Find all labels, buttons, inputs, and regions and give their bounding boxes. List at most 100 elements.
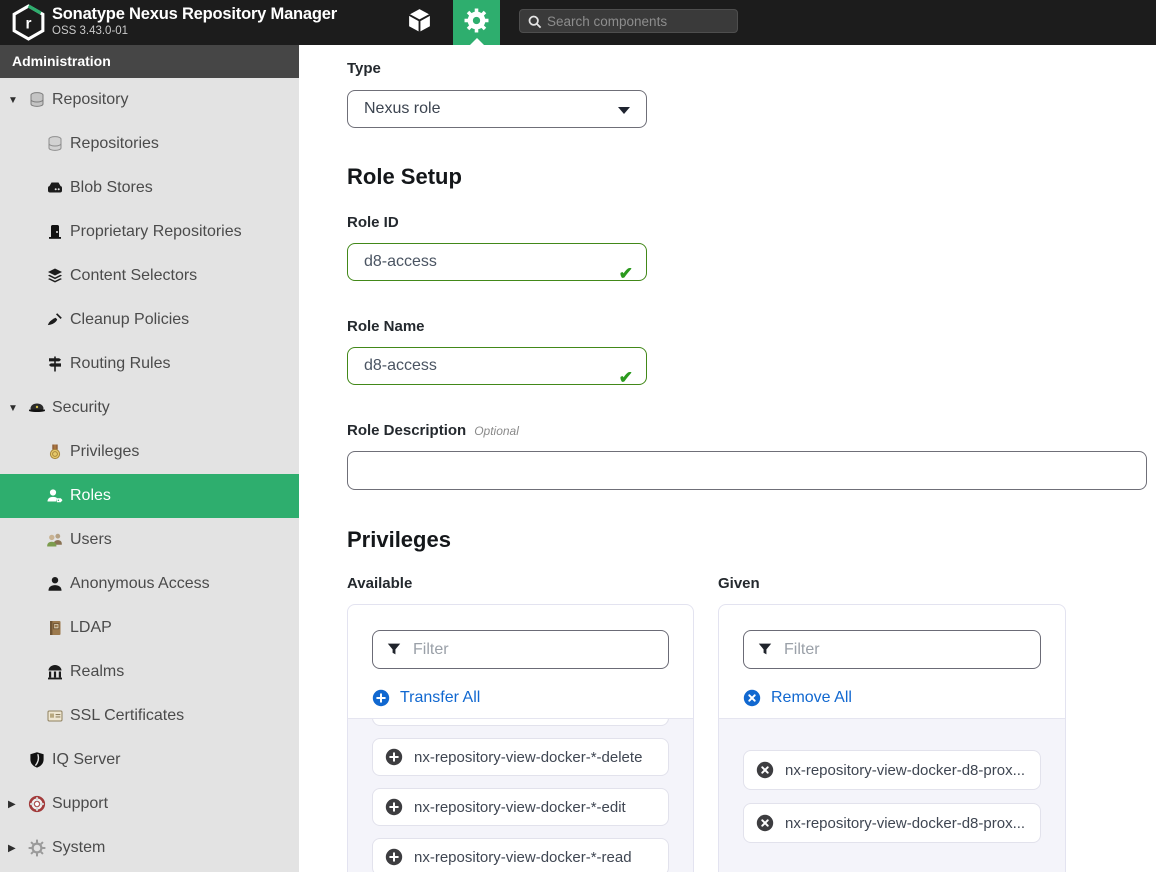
type-select[interactable]: Nexus role [347, 90, 647, 128]
sidebar-item-proprietary-repositories[interactable]: Proprietary Repositories [0, 210, 299, 254]
check-icon: ✔ [619, 368, 633, 388]
given-filter-input[interactable] [743, 630, 1041, 669]
global-search [519, 9, 738, 33]
remove-all-button[interactable]: Remove All [743, 689, 1041, 707]
list-item-partial[interactable] [372, 718, 669, 726]
book-icon [46, 619, 64, 637]
sidebar-item-system[interactable]: ▶ System [0, 826, 299, 870]
database-icon [28, 91, 46, 109]
admin-sidebar: Administration ▼ Repository Repositories… [0, 45, 299, 872]
sidebar-item-label: Proprietary Repositories [70, 223, 242, 241]
list-item[interactable]: nx-repository-view-docker-*-delete [372, 738, 669, 776]
privilege-name: nx-repository-view-docker-*-read [414, 849, 632, 866]
remove-all-label: Remove All [771, 689, 852, 707]
sidebar-item-label: Support [52, 795, 108, 813]
sidebar-item-label: Content Selectors [70, 267, 197, 285]
sidebar-item-ssl-certificates[interactable]: SSL Certificates [0, 694, 299, 738]
sidebar-item-routing-rules[interactable]: Routing Rules [0, 342, 299, 386]
sidebar-item-label: IQ Server [52, 751, 120, 769]
main-content: Type Nexus role Role Setup Role ID ✔ Rol… [299, 45, 1156, 872]
users-icon [46, 531, 64, 549]
transfer-all-button[interactable]: Transfer All [372, 689, 669, 707]
sidebar-item-content-selectors[interactable]: Content Selectors [0, 254, 299, 298]
sidebar-item-support[interactable]: ▶ Support [0, 782, 299, 826]
plus-circle-icon [385, 798, 403, 816]
nexus-logo-icon: r [9, 3, 48, 42]
privileges-transfer: Available Transfer All [347, 575, 1156, 872]
sidebar-item-privileges[interactable]: Privileges [0, 430, 299, 474]
top-bar: r Sonatype Nexus Repository Manager OSS … [0, 0, 1156, 45]
sidebar-item-blob-stores[interactable]: Blob Stores [0, 166, 299, 210]
app-version: OSS 3.43.0-01 [52, 24, 337, 38]
sidebar-item-repositories[interactable]: Repositories [0, 122, 299, 166]
sidebar-item-realms[interactable]: Realms [0, 650, 299, 694]
available-filter-input[interactable] [372, 630, 669, 669]
caret-down-icon[interactable]: ▼ [8, 95, 28, 106]
available-panel: Transfer All nx-repository-view-docker-*… [347, 604, 694, 872]
sidebar-item-iq-server[interactable]: IQ Server [0, 738, 299, 782]
given-panel-header: Remove All [719, 605, 1065, 718]
caret-down-icon[interactable]: ▼ [8, 403, 28, 414]
search-input[interactable] [547, 10, 735, 32]
browse-mode-button[interactable] [395, 0, 443, 45]
given-label: Given [718, 575, 1066, 592]
plus-circle-icon [372, 689, 390, 707]
role-id-input[interactable] [347, 243, 647, 281]
list-item[interactable]: nx-repository-view-docker-d8-prox... [743, 750, 1041, 790]
sidebar-item-cleanup-policies[interactable]: Cleanup Policies [0, 298, 299, 342]
sidebar-item-label: Cleanup Policies [70, 311, 189, 329]
arena-icon [46, 663, 64, 681]
role-id-label: Role ID [347, 215, 1156, 231]
type-select-value: Nexus role [364, 100, 440, 118]
sidebar-item-label: Anonymous Access [70, 575, 210, 593]
sidebar-item-anonymous-access[interactable]: Anonymous Access [0, 562, 299, 606]
admin-mode-button[interactable] [453, 0, 500, 45]
sidebar-item-ldap[interactable]: LDAP [0, 606, 299, 650]
role-name-label: Role Name [347, 319, 1156, 335]
role-description-label: Role DescriptionOptional [347, 423, 1156, 439]
sidebar-item-label: Repository [52, 91, 128, 109]
available-filter-wrap [372, 630, 669, 669]
list-item[interactable]: nx-repository-view-docker-*-read [372, 838, 669, 872]
sidebar-item-label: LDAP [70, 619, 112, 637]
sidebar-header: Administration [0, 45, 299, 78]
type-label: Type [347, 61, 1156, 77]
door-icon [46, 223, 64, 241]
sidebar-item-label: Realms [70, 663, 124, 681]
sidebar-item-roles[interactable]: Roles [0, 474, 299, 518]
available-column: Available Transfer All [347, 575, 694, 872]
x-circle-icon [743, 689, 761, 707]
map-signs-icon [46, 355, 64, 373]
sidebar-item-security[interactable]: ▼ Security [0, 386, 299, 430]
role-name-input[interactable] [347, 347, 647, 385]
privilege-name: nx-repository-view-docker-*-delete [414, 749, 642, 766]
app-title-block: Sonatype Nexus Repository Manager OSS 3.… [52, 4, 337, 38]
sidebar-item-users[interactable]: Users [0, 518, 299, 562]
optional-hint: Optional [474, 424, 519, 438]
sidebar-item-label: Routing Rules [70, 355, 171, 373]
role-description-input[interactable] [347, 451, 1147, 490]
privilege-name: nx-repository-view-docker-*-edit [414, 799, 626, 816]
caret-right-icon[interactable]: ▶ [8, 843, 28, 854]
role-setup-title: Role Setup [347, 164, 1156, 190]
sidebar-item-label: Privileges [70, 443, 139, 461]
sidebar-item-label: Roles [70, 487, 111, 505]
plus-circle-icon [385, 848, 403, 866]
medal-icon [46, 443, 64, 461]
given-filter-wrap [743, 630, 1041, 669]
available-label: Available [347, 575, 694, 592]
filter-icon [386, 641, 402, 657]
plus-circle-icon [385, 748, 403, 766]
list-item[interactable]: nx-repository-view-docker-*-edit [372, 788, 669, 826]
sidebar-item-label: Users [70, 531, 112, 549]
sidebar-item-label: Security [52, 399, 110, 417]
id-card-icon [46, 707, 64, 725]
sidebar-item-label: SSL Certificates [70, 707, 184, 725]
app-title: Sonatype Nexus Repository Manager [52, 4, 337, 24]
role-id-field-wrap: ✔ [347, 243, 647, 281]
list-item[interactable]: nx-repository-view-docker-d8-prox... [743, 803, 1041, 843]
svg-text:r: r [26, 16, 32, 33]
active-tab-pointer [470, 38, 484, 45]
sidebar-item-repository[interactable]: ▼ Repository [0, 78, 299, 122]
caret-right-icon[interactable]: ▶ [8, 799, 28, 810]
